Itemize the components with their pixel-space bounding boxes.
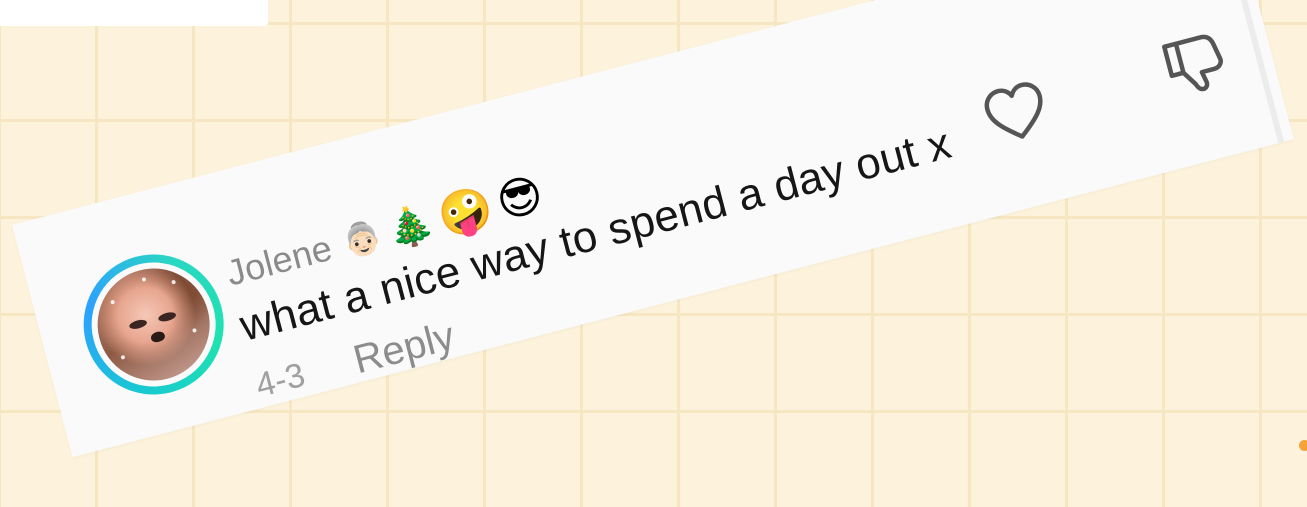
christmas-tree-emoji: 🎄 — [381, 198, 439, 254]
thumbs-down-outline-icon[interactable] — [1155, 25, 1233, 103]
reply-button[interactable]: Reply — [349, 314, 459, 383]
zany-face-emoji: 🤪 — [432, 181, 499, 245]
mrs-claus-emoji: 👵🏻 — [338, 215, 387, 263]
comment-card: Jolene 👵🏻 🎄 🤪 😎 what a nice way to spend… — [12, 0, 1294, 458]
heart-outline-icon[interactable] — [978, 76, 1055, 150]
avatar-story-ring[interactable] — [68, 239, 240, 410]
orange-dot-decoration — [1299, 440, 1307, 451]
sunglasses-face-emoji: 😎 — [491, 167, 549, 229]
comment-date: 4-3 — [251, 355, 309, 405]
avatar[interactable] — [85, 256, 222, 393]
top-left-card-fragment — [0, 0, 268, 26]
